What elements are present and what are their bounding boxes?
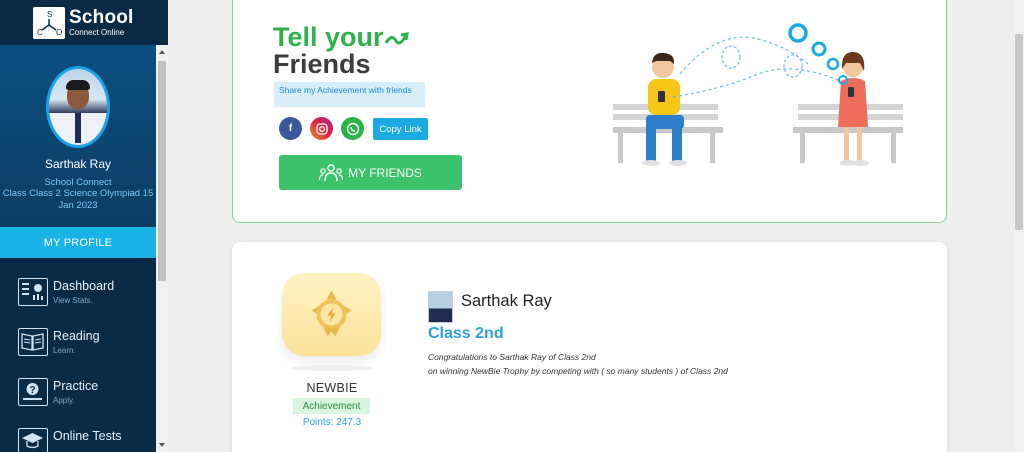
sidebar-item-sub: View Stats.	[53, 296, 93, 305]
share-heading: Tell your Friends	[273, 24, 410, 78]
svg-text:?: ?	[30, 385, 36, 396]
congrats-line-2: on winning NewBie Trophy by competing wi…	[428, 366, 728, 376]
page-scroll-thumb[interactable]	[1015, 34, 1023, 230]
school-logo-icon: S C O	[33, 6, 65, 39]
whatsapp-icon[interactable]	[341, 117, 364, 140]
student-photo	[428, 291, 453, 323]
badge-type: Achievement	[293, 398, 370, 414]
brand[interactable]: S C O School Connect Online	[0, 0, 168, 45]
book-icon	[18, 328, 48, 356]
sidebar-item-label: Practice	[53, 379, 99, 393]
sidebar-item-online-tests[interactable]: Online Tests	[0, 420, 156, 452]
badge-points: Points: 247.3	[302, 417, 362, 428]
page-scrollbar[interactable]	[1014, 0, 1024, 452]
sidebar-item-dashboard[interactable]: Dashboard View Stats.	[0, 270, 156, 320]
avatar[interactable]	[46, 66, 110, 148]
svg-text:S: S	[47, 10, 52, 19]
copy-link-button[interactable]: Copy Link	[373, 118, 428, 140]
sidebar: S C O School Connect Online Sarthak Ray …	[0, 0, 168, 452]
sidebar-item-sub: Apply.	[53, 396, 75, 405]
my-friends-label: MY FRIENDS	[348, 165, 422, 180]
share-card: Tell your Friends Share my Achievement w…	[232, 0, 947, 223]
sidebar-item-label: Online Tests	[53, 429, 122, 443]
brand-subtitle: Connect Online	[69, 28, 125, 37]
graduation-cap-icon	[18, 428, 48, 452]
question-icon: ?	[18, 378, 48, 406]
newbie-trophy-icon	[282, 273, 381, 356]
svg-text:O: O	[56, 28, 62, 37]
share-label: Share my Achievement with friends	[274, 82, 425, 107]
sidebar-item-sub: Learn.	[53, 346, 76, 355]
sidebar-item-label: Dashboard	[53, 279, 115, 293]
sidebar-item-practice[interactable]: ? Practice Apply.	[0, 370, 156, 420]
sidebar-item-reading[interactable]: Reading Learn.	[0, 320, 156, 370]
instagram-icon[interactable]	[310, 117, 333, 140]
congrats-message: Congratulations to Sarthak Ray of Class …	[428, 350, 728, 378]
friends-icon	[319, 163, 344, 181]
sidebar-scroll-thumb[interactable]	[158, 61, 166, 281]
sidebar-scrollbar[interactable]	[156, 45, 168, 452]
scroll-up-icon[interactable]	[159, 50, 165, 54]
profile-school: School Connect	[44, 177, 112, 188]
student-name: Sarthak Ray	[461, 292, 552, 310]
arrow-icon	[384, 32, 409, 45]
brand-name: School	[69, 7, 134, 28]
profile-name: Sarthak Ray	[44, 157, 112, 171]
profile-class: Class Class 2 Science Olympiad 15 Jan 20…	[2, 188, 154, 211]
share-heading-line2: Friends	[273, 49, 371, 79]
badge-title: NEWBIE	[306, 381, 358, 395]
trophy-shadow	[292, 365, 372, 371]
achievement-card: NEWBIE Achievement Points: 247.3 Sarthak…	[232, 242, 947, 452]
my-friends-button[interactable]: MY FRIENDS	[279, 155, 462, 190]
student-class: Class 2nd	[428, 325, 504, 342]
facebook-icon[interactable]: f	[279, 117, 302, 140]
dashboard-icon	[18, 278, 48, 306]
friends-chatting-illustration	[613, 23, 903, 166]
sidebar-nav: Dashboard View Stats. Reading Learn. ? P…	[0, 270, 156, 452]
sidebar-item-label: Reading	[53, 329, 100, 343]
congrats-line-1: Congratulations to Sarthak Ray of Class …	[428, 352, 596, 362]
my-profile-button[interactable]: MY PROFILE	[0, 227, 156, 258]
scroll-down-icon[interactable]	[159, 443, 165, 447]
share-heading-line1: Tell your	[273, 22, 384, 52]
